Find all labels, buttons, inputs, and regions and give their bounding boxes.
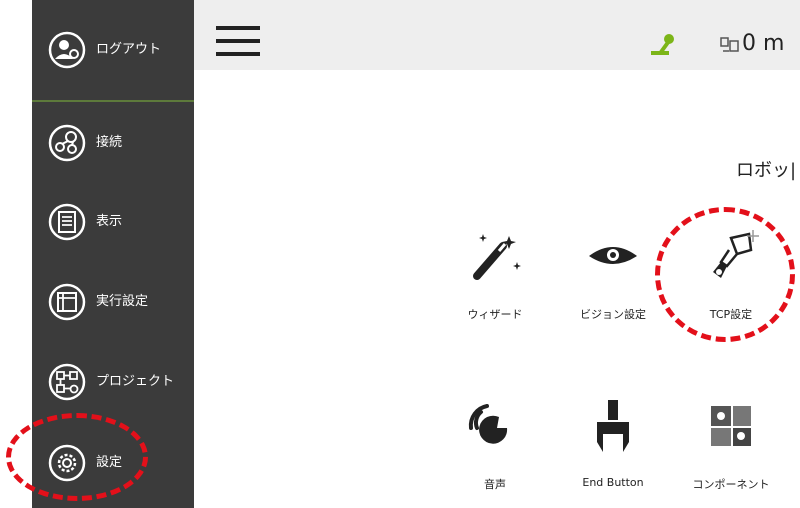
top-bar: 0 m: [194, 0, 800, 70]
tile-label: コンポーネント: [692, 478, 770, 491]
page-title: ロボッ|: [736, 160, 797, 181]
hamburger-menu-icon[interactable]: [216, 26, 260, 62]
connection-icon: [47, 123, 87, 163]
tile-wizard[interactable]: ウィザード: [440, 228, 550, 338]
tile-label: ビジョン設定: [580, 308, 646, 321]
tile-end-button[interactable]: End Button: [558, 398, 668, 508]
tile-vision-settings[interactable]: ビジョン設定: [558, 228, 668, 338]
voice-icon: [465, 398, 525, 458]
sidebar-item-logout[interactable]: ログアウト: [32, 30, 194, 90]
magic-wand-icon: [465, 228, 525, 288]
user-logout-icon: [47, 30, 87, 70]
sidebar-item-label: 実行設定: [96, 294, 149, 309]
sidebar-item-label: 接続: [96, 135, 123, 150]
sidebar-item-display[interactable]: 表示: [32, 202, 194, 262]
distance-readout: 0 m: [742, 31, 785, 56]
sidebar-item-label: 表示: [96, 214, 123, 229]
sidebar-item-run-settings[interactable]: 実行設定: [32, 282, 194, 342]
tile-label: ウィザード: [467, 308, 523, 321]
end-button-icon: [583, 398, 643, 458]
project-flow-icon: [47, 362, 87, 402]
eye-icon: [583, 228, 643, 288]
sidebar-item-project[interactable]: プロジェクト: [32, 362, 194, 422]
tile-label: End Button: [582, 476, 644, 489]
sidebar-item-label: プロジェクト: [96, 374, 175, 389]
distance-icon: [718, 34, 742, 56]
highlight-callout-settings: [6, 413, 148, 501]
tile-component[interactable]: コンポーネント: [676, 398, 786, 508]
list-view-icon: [47, 202, 87, 242]
sidebar-item-connection[interactable]: 接続: [32, 123, 194, 183]
sidebar-item-label: ログアウト: [96, 42, 162, 57]
run-settings-icon: [47, 282, 87, 322]
component-icon: [701, 398, 761, 458]
highlight-callout-tcp: [655, 207, 795, 342]
tile-label: 音声: [484, 478, 506, 491]
sidebar-divider: [32, 100, 194, 102]
robot-arm-status-icon: [649, 32, 679, 56]
tile-voice[interactable]: 音声: [440, 398, 550, 508]
